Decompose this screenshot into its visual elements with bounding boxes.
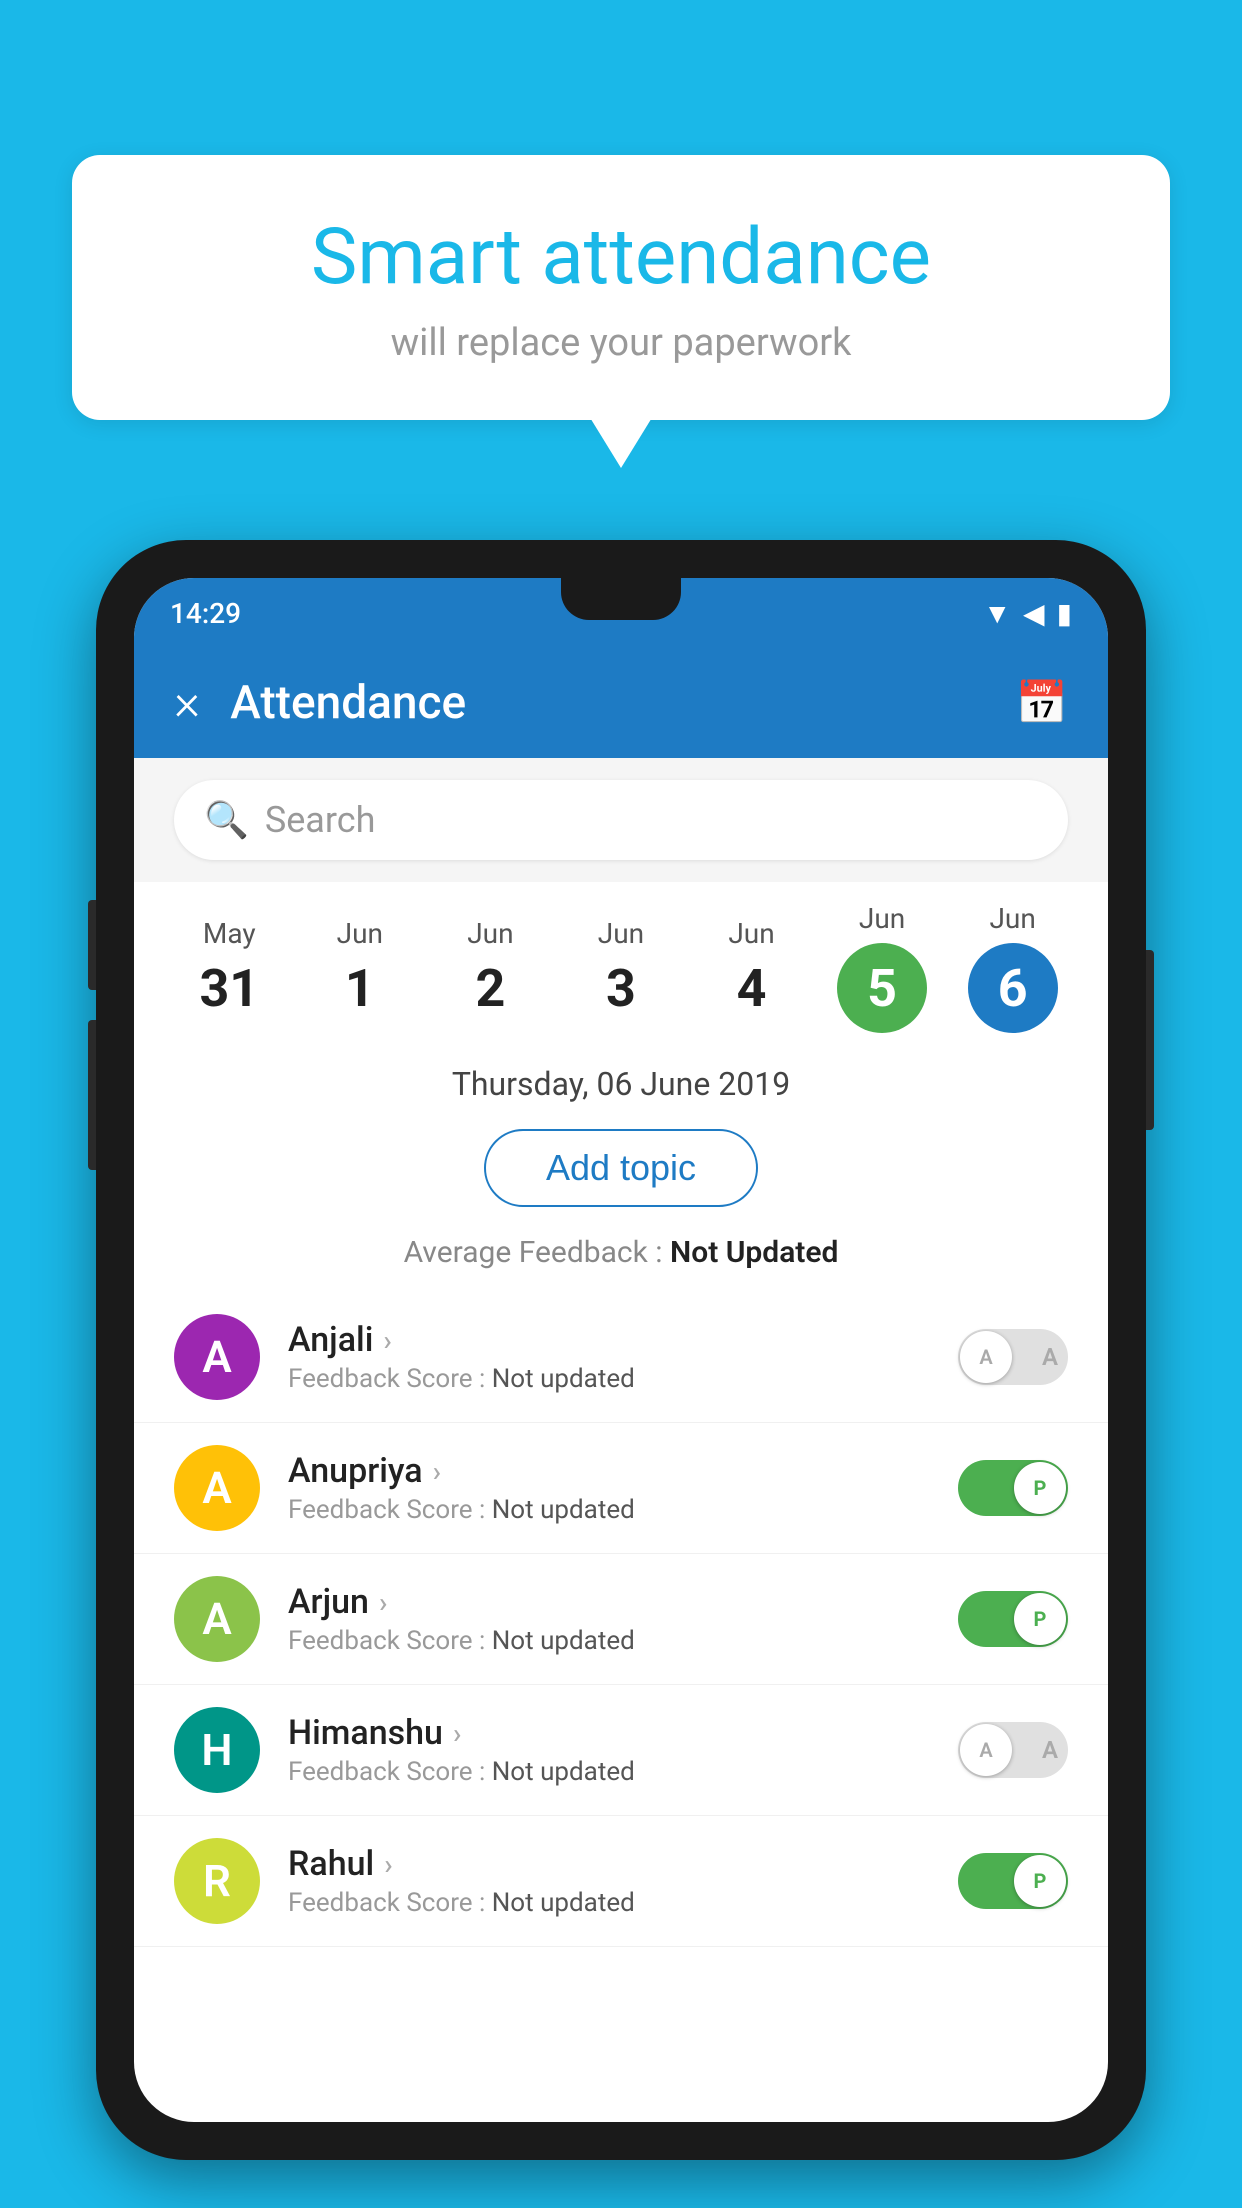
calendar-day-1[interactable]: Jun 1	[305, 917, 415, 1019]
student-feedback: Feedback Score : Not updated	[288, 1495, 930, 1525]
cal-date-circle: 6	[968, 943, 1058, 1033]
add-topic-container: Add topic	[134, 1119, 1108, 1225]
student-avatar: A	[174, 1576, 260, 1662]
student-avatar: R	[174, 1838, 260, 1924]
cal-month: Jun	[989, 902, 1035, 935]
student-row[interactable]: H Himanshu › Feedback Score : Not updated A…	[134, 1685, 1108, 1816]
search-container: 🔍 Search	[134, 758, 1108, 882]
cal-month: Jun	[598, 917, 644, 950]
toggle-thumb: A	[960, 1331, 1012, 1383]
chevron-right-icon: ›	[383, 1324, 391, 1357]
calendar-strip: May 31 Jun 1 Jun 2 Jun 3 Jun 4 Jun 5 Jun 6	[134, 882, 1108, 1043]
avg-feedback: Average Feedback : Not Updated	[134, 1225, 1108, 1292]
selected-date-label: Thursday, 06 June 2019	[134, 1043, 1108, 1119]
student-info: Anupriya › Feedback Score : Not updated	[288, 1451, 930, 1525]
signal-icon: ◀	[1023, 597, 1045, 630]
close-button[interactable]: ×	[174, 674, 200, 732]
student-row[interactable]: A Anupriya › Feedback Score : Not updated P	[134, 1423, 1108, 1554]
toggle-thumb: P	[1014, 1462, 1066, 1514]
attendance-toggle-on[interactable]: P	[958, 1853, 1068, 1909]
calendar-day-31[interactable]: May 31	[174, 917, 284, 1019]
power-button	[1146, 950, 1154, 1130]
student-info: Anjali › Feedback Score : Not updated	[288, 1320, 930, 1394]
chevron-right-icon: ›	[453, 1717, 461, 1750]
phone-screen: 14:29 ▼ ◀ ▮ × Attendance 📅 🔍	[134, 578, 1108, 2122]
volume-down-button	[88, 1020, 96, 1170]
search-input[interactable]: Search	[265, 799, 376, 841]
app-bar: × Attendance 📅	[134, 648, 1108, 758]
phone-device: 14:29 ▼ ◀ ▮ × Attendance 📅 🔍	[96, 540, 1146, 2160]
cal-date: 31	[199, 958, 259, 1019]
cal-month: Jun	[859, 902, 905, 935]
cal-month: Jun	[728, 917, 774, 950]
student-feedback: Feedback Score : Not updated	[288, 1757, 930, 1787]
student-name: Anjali ›	[288, 1320, 930, 1360]
student-info: Arjun › Feedback Score : Not updated	[288, 1582, 930, 1656]
search-bar[interactable]: 🔍 Search	[174, 780, 1068, 860]
wifi-icon: ▼	[983, 597, 1011, 630]
battery-icon: ▮	[1057, 597, 1072, 630]
student-name: Himanshu ›	[288, 1713, 930, 1753]
student-feedback: Feedback Score : Not updated	[288, 1888, 930, 1918]
student-name: Rahul ›	[288, 1844, 930, 1884]
cal-month: May	[203, 917, 256, 950]
cal-date-circle: 5	[837, 943, 927, 1033]
student-info: Himanshu › Feedback Score : Not updated	[288, 1713, 930, 1787]
cal-month: Jun	[467, 917, 513, 950]
student-avatar: A	[174, 1314, 260, 1400]
toggle-thumb: P	[1014, 1855, 1066, 1907]
student-info: Rahul › Feedback Score : Not updated	[288, 1844, 930, 1918]
student-avatar: A	[174, 1445, 260, 1531]
toggle-thumb: A	[960, 1724, 1012, 1776]
speech-bubble-title: Smart attendance	[122, 215, 1120, 301]
student-row[interactable]: A Arjun › Feedback Score : Not updated P	[134, 1554, 1108, 1685]
attendance-toggle-on[interactable]: P	[958, 1591, 1068, 1647]
student-feedback: Feedback Score : Not updated	[288, 1364, 930, 1394]
app-bar-title: Attendance	[230, 676, 986, 730]
attendance-toggle-off[interactable]: AA	[958, 1329, 1068, 1385]
student-list: AAnjali ›Feedback Score : Not updatedAAA…	[134, 1292, 1108, 1947]
status-icons: ▼ ◀ ▮	[983, 597, 1072, 630]
speech-bubble-subtitle: will replace your paperwork	[122, 321, 1120, 365]
chevron-right-icon: ›	[384, 1848, 392, 1881]
cal-month: Jun	[337, 917, 383, 950]
student-row[interactable]: R Rahul › Feedback Score : Not updated P	[134, 1816, 1108, 1947]
toggle-label: A	[1042, 1343, 1058, 1371]
attendance-toggle-on[interactable]: P	[958, 1460, 1068, 1516]
volume-up-button	[88, 900, 96, 990]
student-avatar: H	[174, 1707, 260, 1793]
add-topic-button[interactable]: Add topic	[484, 1129, 758, 1207]
cal-date: 4	[737, 958, 767, 1019]
attendance-toggle-off[interactable]: AA	[958, 1722, 1068, 1778]
student-row[interactable]: AAnjali ›Feedback Score : Not updatedAA	[134, 1292, 1108, 1423]
cal-date: 3	[606, 958, 636, 1019]
toggle-label: A	[1042, 1736, 1058, 1764]
calendar-day-3[interactable]: Jun 3	[566, 917, 676, 1019]
student-name: Arjun ›	[288, 1582, 930, 1622]
student-name: Anupriya ›	[288, 1451, 930, 1491]
search-icon: 🔍	[204, 799, 249, 841]
student-feedback: Feedback Score : Not updated	[288, 1626, 930, 1656]
chevron-right-icon: ›	[433, 1455, 441, 1488]
cal-date: 2	[475, 958, 505, 1019]
phone-notch	[561, 578, 681, 620]
chevron-right-icon: ›	[379, 1586, 387, 1619]
calendar-day-6[interactable]: Jun 6	[958, 902, 1068, 1033]
cal-date: 1	[345, 958, 375, 1019]
calendar-day-2[interactable]: Jun 2	[435, 917, 545, 1019]
calendar-day-5[interactable]: Jun 5	[827, 902, 937, 1033]
calendar-icon[interactable]: 📅	[1016, 679, 1068, 728]
toggle-thumb: P	[1014, 1593, 1066, 1645]
speech-bubble: Smart attendance will replace your paper…	[72, 155, 1170, 420]
status-time: 14:29	[170, 597, 241, 630]
calendar-day-4[interactable]: Jun 4	[697, 917, 807, 1019]
phone-frame: 14:29 ▼ ◀ ▮ × Attendance 📅 🔍	[96, 540, 1146, 2160]
